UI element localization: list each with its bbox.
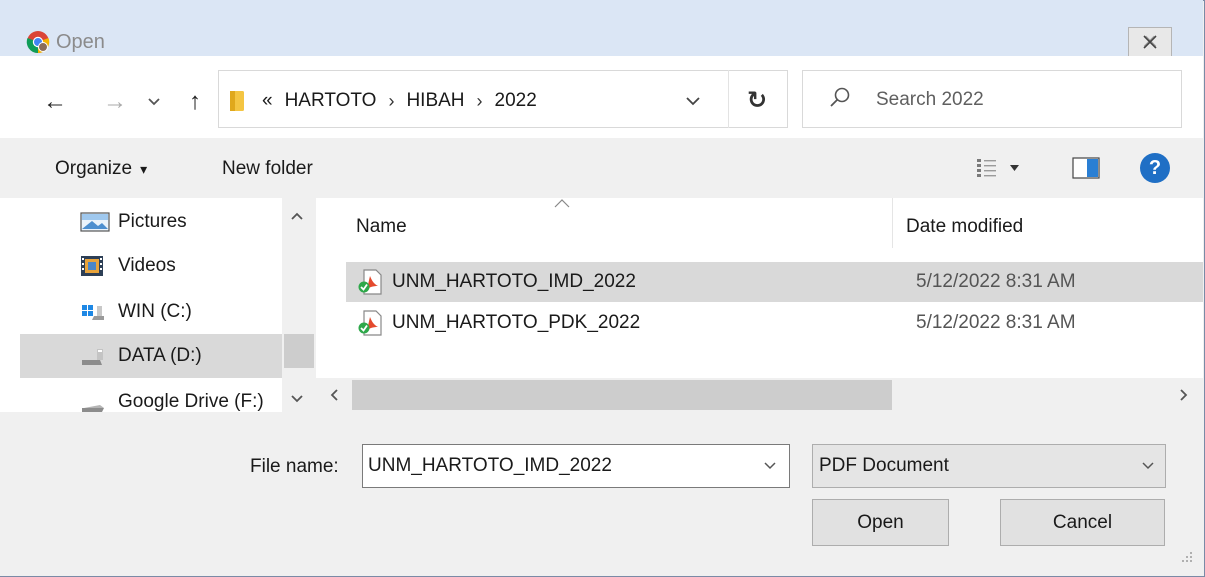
search-input[interactable]: [876, 86, 1166, 114]
chrome-icon: [26, 31, 50, 54]
forward-button[interactable]: →: [102, 90, 128, 114]
file-type-select[interactable]: PDF Document: [812, 444, 1166, 488]
change-view-button[interactable]: [976, 154, 1036, 182]
organize-button[interactable]: Organize ▾: [55, 156, 147, 182]
file-name-dropdown-button[interactable]: [758, 454, 782, 478]
new-folder-button[interactable]: New folder: [222, 156, 313, 182]
file-row[interactable]: UNM_HARTOTO_IMD_2022 5/12/2022 8:31 AM: [346, 262, 1203, 302]
file-row[interactable]: UNM_HARTOTO_PDK_2022 5/12/2022 8:31 AM: [346, 303, 1203, 343]
up-button[interactable]: ↑: [182, 88, 208, 116]
nav-item-label: Videos: [118, 255, 176, 276]
breadcrumb-item-hibah[interactable]: HIBAH: [406, 90, 464, 112]
column-header-date-modified[interactable]: Date modified: [906, 214, 1023, 240]
breadcrumb-chevron-icon[interactable]: ›: [388, 91, 394, 112]
file-name-input[interactable]: [368, 452, 748, 480]
nav-item-label: Google Drive (F:): [118, 391, 264, 412]
breadcrumb-item-2022[interactable]: 2022: [495, 90, 537, 112]
breadcrumb: « HARTOTO › HIBAH › 2022: [262, 88, 537, 114]
refresh-icon: ↻: [746, 86, 768, 114]
resize-grip-icon[interactable]: [1178, 548, 1194, 564]
address-divider: [728, 70, 729, 128]
sort-ascending-icon: [550, 196, 574, 210]
nav-item-videos[interactable]: Videos: [20, 244, 282, 288]
close-icon: [1143, 35, 1157, 49]
chevron-right-icon: [1180, 389, 1188, 401]
arrow-left-icon: ←: [43, 88, 67, 115]
open-button[interactable]: Open: [812, 499, 949, 546]
caret-down-icon: [1010, 165, 1019, 171]
pictures-icon: [80, 211, 114, 233]
nav-item-label: DATA (D:): [118, 345, 202, 366]
back-button[interactable]: ←: [42, 90, 68, 114]
nav-item-pictures[interactable]: Pictures: [20, 200, 282, 244]
help-button[interactable]: ?: [1140, 153, 1170, 183]
file-type-value: PDF Document: [819, 455, 949, 476]
file-name-label: File name:: [250, 456, 339, 477]
nav-item-data-d[interactable]: DATA (D:): [20, 334, 282, 378]
folder-icon: [230, 91, 244, 111]
organize-label: Organize: [55, 158, 133, 179]
search-icon: [830, 87, 850, 107]
windows-drive-icon: [80, 301, 114, 323]
help-icon: ?: [1148, 156, 1162, 179]
scrollbar-thumb[interactable]: [352, 380, 892, 410]
chevron-down-icon: [1142, 462, 1154, 470]
address-history-button[interactable]: [680, 90, 706, 112]
scrollbar-thumb[interactable]: [284, 334, 314, 368]
close-button[interactable]: [1128, 27, 1172, 57]
title-bar: [0, 0, 1203, 56]
recent-locations-button[interactable]: [144, 92, 164, 112]
nav-item-win-c[interactable]: WIN (C:): [20, 290, 282, 334]
chevron-down-icon: [291, 395, 303, 403]
file-date-modified: 5/12/2022 8:31 AM: [916, 312, 1076, 333]
arrow-right-icon: →: [103, 88, 127, 115]
drive-icon: [80, 391, 114, 413]
videos-icon: [80, 255, 114, 277]
breadcrumb-overflow[interactable]: «: [262, 90, 273, 112]
column-header-name[interactable]: Name: [356, 214, 407, 240]
details-view-icon: [977, 159, 996, 177]
pdf-file-icon: [358, 269, 382, 295]
drive-icon: [80, 345, 114, 367]
preview-pane-icon[interactable]: [1072, 157, 1100, 179]
chevron-left-icon: [330, 389, 338, 401]
file-type-dropdown-button[interactable]: [1136, 454, 1160, 478]
file-name: UNM_HARTOTO_PDK_2022: [392, 312, 641, 333]
dialog-footer: [0, 412, 1203, 576]
scroll-right-button[interactable]: [1172, 384, 1196, 406]
file-name: UNM_HARTOTO_IMD_2022: [392, 271, 636, 292]
arrow-up-icon: ↑: [189, 88, 201, 115]
scroll-left-button[interactable]: [322, 384, 346, 406]
scroll-down-button[interactable]: [282, 388, 312, 410]
pdf-file-icon: [358, 310, 382, 336]
chevron-up-icon: [291, 212, 303, 220]
scroll-up-button[interactable]: [282, 204, 312, 228]
file-date-modified: 5/12/2022 8:31 AM: [916, 271, 1076, 292]
nav-item-label: WIN (C:): [118, 301, 192, 322]
column-divider[interactable]: [892, 198, 893, 248]
chevron-down-icon: [148, 98, 160, 106]
nav-item-label: Pictures: [118, 211, 187, 232]
nav-pane-scrollbar[interactable]: [282, 198, 316, 412]
caret-down-icon: ▾: [140, 160, 148, 177]
chevron-down-icon: [686, 96, 700, 105]
window-title: Open: [56, 31, 105, 53]
refresh-button[interactable]: ↻: [738, 84, 776, 116]
breadcrumb-item-hartoto[interactable]: HARTOTO: [285, 90, 377, 112]
chevron-down-icon: [764, 462, 776, 470]
breadcrumb-chevron-icon[interactable]: ›: [477, 91, 483, 112]
cancel-button[interactable]: Cancel: [1000, 499, 1165, 546]
